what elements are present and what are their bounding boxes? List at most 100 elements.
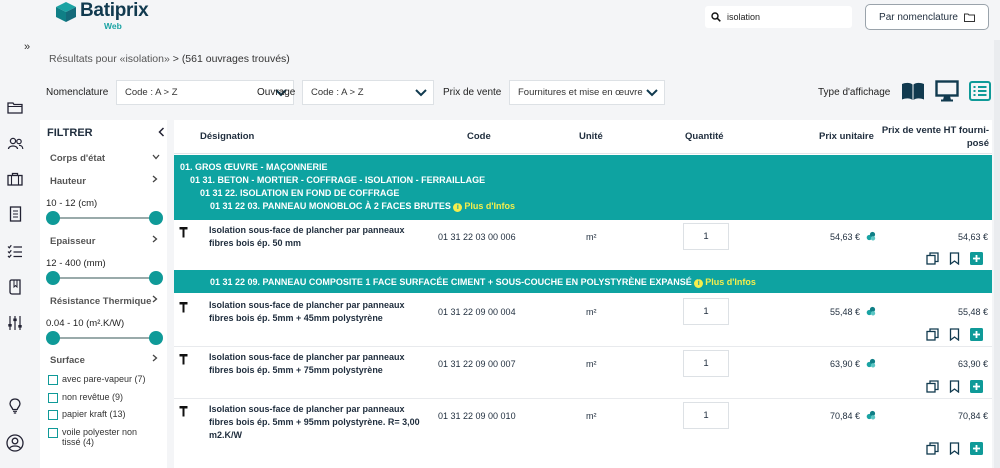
prix-de-vente-select[interactable]: Fournitures et mise en œuvre	[509, 80, 665, 105]
row-prix-vente: 54,63 €	[957, 232, 988, 242]
row-prix-unitaire: 63,90 €	[829, 359, 860, 369]
copy-icon[interactable]	[926, 442, 939, 455]
bookmark-icon[interactable]	[949, 328, 960, 341]
list-view-icon[interactable]	[969, 81, 991, 101]
user-account-icon[interactable]	[6, 434, 24, 452]
document-icon[interactable]	[6, 205, 24, 223]
book-view-icon[interactable]	[901, 81, 925, 101]
bookmark-icon[interactable]	[949, 252, 960, 265]
price-breakdown-icon[interactable]	[866, 231, 876, 241]
slider-max-handle[interactable]	[149, 331, 163, 345]
epaisseur-slider[interactable]	[46, 271, 163, 285]
display-type-toggle	[901, 80, 991, 102]
nomenclature-group-header[interactable]: 01 31 22 09. PANNEAU COMPOSITE 1 FACE SU…	[174, 270, 992, 293]
filter-resistance[interactable]: Résistance Thermique	[50, 295, 158, 307]
row-designation[interactable]: Isolation sous-face de plancher par pann…	[209, 351, 424, 377]
row-unit: m²	[586, 232, 597, 242]
tool-icon	[179, 302, 188, 313]
plus-infos-link[interactable]: i Plus d'Infos	[694, 277, 756, 288]
users-icon[interactable]	[6, 134, 24, 152]
filter-epaisseur-label: Epaisseur	[50, 236, 96, 247]
checkbox[interactable]	[48, 410, 58, 420]
search-box[interactable]	[705, 6, 852, 28]
price-breakdown-icon[interactable]	[866, 306, 876, 316]
filter-epaisseur[interactable]: Epaisseur	[50, 235, 158, 247]
table-row[interactable]: Isolation sous-face de plancher par pann…	[174, 347, 992, 398]
add-icon[interactable]	[970, 328, 983, 341]
app-sub: Web	[104, 21, 122, 31]
bookmark-icon[interactable]	[949, 380, 960, 393]
checkbox[interactable]	[48, 375, 58, 385]
ouvrage-sort-value: Code : A > Z	[311, 87, 364, 98]
par-nomenclature-button[interactable]: Par nomenclature	[865, 4, 989, 30]
vertical-scrollbar[interactable]	[994, 40, 1000, 468]
row-actions	[926, 328, 983, 341]
breadcrumb: Résultats pour «isolation» > (561 ouvrag…	[49, 53, 290, 65]
hauteur-slider[interactable]	[46, 211, 163, 225]
checkbox[interactable]	[48, 428, 58, 438]
slider-max-handle[interactable]	[149, 271, 163, 285]
search-input[interactable]	[727, 12, 845, 22]
group-level-3[interactable]: 01 31 22. ISOLATION EN FOND DE COFFRAGE	[200, 188, 399, 198]
bookmark-icon[interactable]	[949, 442, 960, 455]
filter-surface[interactable]: Surface	[50, 354, 158, 366]
resistance-slider[interactable]	[46, 331, 163, 345]
price-breakdown-icon[interactable]	[866, 358, 876, 368]
group-level-4[interactable]: 01 31 22 09. PANNEAU COMPOSITE 1 FACE SU…	[210, 277, 756, 288]
surface-option-non-revetue[interactable]: non revêtue (9)	[48, 392, 123, 403]
folder-nav-icon[interactable]	[6, 98, 24, 116]
expand-sidebar-icon[interactable]: »	[24, 41, 30, 53]
plus-infos-label: Plus d'Infos	[464, 201, 516, 211]
filter-hauteur[interactable]: Hauteur	[50, 175, 158, 187]
copy-icon[interactable]	[926, 380, 939, 393]
slider-min-handle[interactable]	[46, 271, 60, 285]
epaisseur-range: 12 - 400 (mm)	[46, 258, 106, 269]
col-quantite[interactable]: Quantité	[685, 131, 724, 142]
quantity-input[interactable]: 1	[683, 298, 729, 325]
table-row[interactable]: Isolation sous-face de plancher par pann…	[174, 399, 992, 459]
bookmark-book-icon[interactable]	[6, 278, 24, 296]
surface-option-pare-vapeur[interactable]: avec pare-vapeur (7)	[48, 374, 146, 385]
monitor-view-icon[interactable]	[935, 80, 959, 102]
col-designation[interactable]: Désignation	[200, 131, 254, 142]
col-unite[interactable]: Unité	[579, 131, 603, 142]
add-icon[interactable]	[970, 252, 983, 265]
slider-min-handle[interactable]	[46, 331, 60, 345]
row-prix-unitaire: 55,48 €	[829, 307, 860, 317]
group-level-4[interactable]: 01 31 22 03. PANNEAU MONOBLOC À 2 FACES …	[210, 201, 515, 212]
col-prix-vente[interactable]: Prix de vente HT fourni-posé	[879, 124, 989, 150]
surface-option-papier-kraft[interactable]: papier kraft (13)	[48, 409, 126, 420]
col-code[interactable]: Code	[467, 131, 491, 142]
breadcrumb-text[interactable]: Résultats pour «isolation»	[49, 53, 170, 65]
add-icon[interactable]	[970, 442, 983, 455]
surface-option-voile-polyester[interactable]: voile polyester non tissé (4)	[48, 427, 158, 447]
group-level-2[interactable]: 01 31. BETON - MORTIER - COFFRAGE - ISOL…	[190, 175, 485, 185]
quantity-input[interactable]: 1	[683, 402, 729, 429]
nomenclature-group-header[interactable]: 01. GROS ŒUVRE - MAÇONNERIE 01 31. BETON…	[174, 155, 992, 220]
copy-icon[interactable]	[926, 328, 939, 341]
collapse-filter-icon[interactable]	[158, 127, 165, 140]
logo[interactable]: Batiprix Web	[55, 0, 149, 31]
filter-corps-etat[interactable]: Corps d'état	[50, 153, 160, 164]
slider-min-handle[interactable]	[46, 211, 60, 225]
chevron-down-icon	[646, 89, 658, 97]
lightbulb-icon[interactable]	[6, 397, 24, 415]
quantity-input[interactable]: 1	[683, 350, 729, 377]
checklist-icon[interactable]	[6, 242, 24, 260]
sliders-icon[interactable]	[6, 314, 24, 332]
price-breakdown-icon[interactable]	[866, 410, 876, 420]
checkbox[interactable]	[48, 393, 58, 403]
col-prix-unitaire[interactable]: Prix unitaire	[819, 131, 874, 142]
group-level-1[interactable]: 01. GROS ŒUVRE - MAÇONNERIE	[180, 162, 328, 172]
ouvrage-sort-select[interactable]: Code : A > Z	[302, 80, 434, 105]
row-designation[interactable]: Isolation sous-face de plancher par pann…	[209, 403, 424, 442]
row-designation[interactable]: Isolation sous-face de plancher par pann…	[209, 299, 424, 325]
table-row[interactable]: Isolation sous-face de plancher par pann…	[174, 295, 992, 346]
briefcase-icon[interactable]	[6, 170, 24, 188]
slider-max-handle[interactable]	[149, 211, 163, 225]
row-prix-vente: 63,90 €	[957, 359, 988, 369]
copy-icon[interactable]	[926, 252, 939, 265]
add-icon[interactable]	[970, 380, 983, 393]
tool-icon	[179, 354, 188, 365]
plus-infos-link[interactable]: i Plus d'Infos	[453, 201, 516, 212]
